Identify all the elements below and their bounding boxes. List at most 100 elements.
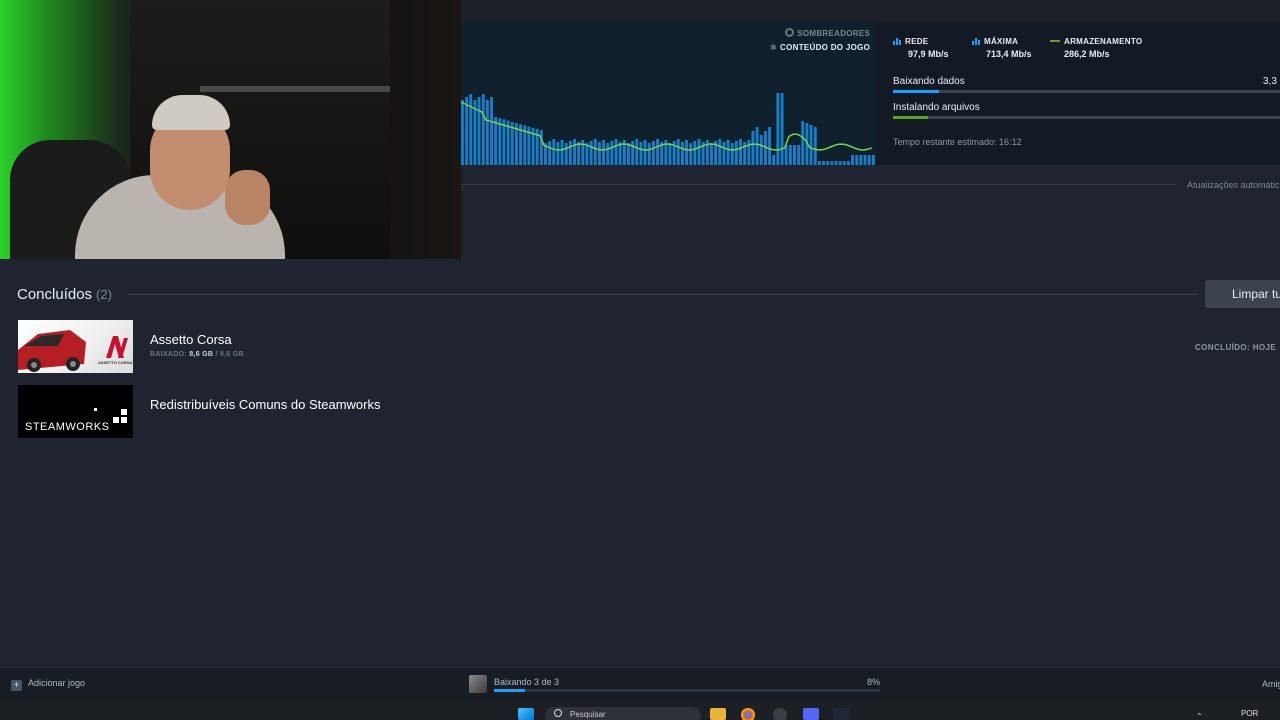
network-bar [681,142,684,165]
network-bar [481,94,485,165]
stat-network-value: 97,9 Mb/s [908,49,949,59]
network-bar [693,141,697,165]
network-bar [734,141,738,165]
download-status[interactable]: Baixando 3 de 3 [494,677,559,687]
windows-start-icon[interactable] [518,708,534,720]
file-explorer-icon[interactable] [710,708,726,720]
downloading-progress-track [893,90,1280,93]
network-bar [813,127,817,165]
network-bar [759,135,763,165]
game-content-label: ✻ CONTEÚDO DO JOGO [770,43,871,52]
content-type-panel: SOMBREADORES ✻ CONTEÚDO DO JOGO [770,28,870,52]
assetto-corsa-title[interactable]: Assetto Corsa [150,332,232,347]
chrome-icon[interactable] [741,708,755,720]
chevron-up-icon[interactable]: ⌃ [1196,712,1203,720]
network-bar [685,140,688,165]
language-indicator[interactable]: POR [1241,709,1258,718]
network-bar [801,121,805,165]
network-bar [751,131,755,165]
network-bar [635,139,639,165]
installing-label: Instalando arquivos [893,102,980,113]
assetto-corsa-thumbnail[interactable]: ASSETTO CORSA [18,320,133,373]
network-bar [651,141,655,165]
line-legend-icon [1050,40,1060,42]
assetto-corsa-status: CONCLUÍDO: HOJE [1195,343,1277,352]
bar-chart-icon [972,38,980,45]
downloading-progress-fill [893,90,940,93]
webcam-person-hand [225,170,270,225]
network-bar [730,143,734,165]
network-bar [822,161,825,165]
clear-all-button[interactable]: Limpar tu [1205,280,1280,308]
app-icon[interactable] [773,708,787,720]
network-bar [689,143,693,165]
download-percent: 8% [867,677,881,687]
network-bar [817,161,821,165]
steamworks-title[interactable]: Redistribuíveis Comuns do Steamworks [150,397,380,412]
network-bar [826,161,830,165]
network-bar [614,139,618,165]
steamworks-squares-icon [94,408,127,423]
plus-icon: + [11,680,22,691]
stat-peak-value: 713,4 Mb/s [986,49,1032,59]
friends-chat-button[interactable]: Amig [1262,679,1280,689]
network-bar [722,142,726,165]
time-remaining: Tempo restante estimado: 16:12 [893,137,1022,147]
download-progress-fill [494,689,525,692]
network-bar [556,142,560,165]
network-bar [830,161,834,165]
network-bar [548,141,552,165]
steam-bottom-bar [0,667,1280,701]
network-bar [564,143,568,165]
network-bar [838,161,842,165]
network-bar [867,155,871,165]
network-bar [627,143,630,165]
download-game-icon[interactable] [469,675,487,693]
stat-peak: MÁXIMA 713,4 Mb/s [972,37,1032,59]
steam-icon[interactable] [834,708,850,720]
network-bar [577,142,581,165]
taskbar-search-input[interactable]: Pesquisar [545,707,701,720]
spinner-icon: ✻ [770,43,778,52]
network-bar [863,155,867,165]
steamworks-thumbnail[interactable]: STEAMWORKS [18,385,133,438]
webcam-shelf [200,86,390,92]
downloading-size: 3,3 [1263,76,1277,87]
network-bar [639,142,643,165]
assetto-corsa-logo-text: ASSETTO CORSA [98,360,133,365]
network-bar [656,139,659,165]
race-car-image [18,330,128,372]
network-bar [598,142,601,165]
network-bar [573,139,576,165]
downloading-label: Baixando dados [893,76,965,87]
network-bar [726,140,730,165]
network-bar [589,141,593,165]
network-bar [768,127,771,165]
network-bar [788,145,792,165]
stat-storage-value: 286,2 Mb/s [1064,49,1110,59]
network-bar [739,139,742,165]
stat-storage: ARMAZENAMENTO 286,2 Mb/s [1050,37,1142,59]
download-progress-track [494,689,880,692]
completed-section-title: Concluídos (2) [17,286,112,303]
discord-icon[interactable] [803,708,819,720]
network-bar [776,93,780,165]
network-bar [842,161,846,165]
auto-updates-link[interactable]: Atualizações automátic [1187,180,1280,190]
network-bar [793,145,796,165]
network-bar [855,155,859,165]
completed-section-line [128,294,1198,295]
network-bar [755,127,759,165]
network-bar [568,141,572,165]
network-bar [631,141,635,165]
network-bar [465,97,469,165]
network-bar [469,94,473,165]
installing-progress-track [893,116,1280,119]
network-bar [485,100,489,165]
installing-progress-fill [893,116,928,119]
network-bar [647,143,651,165]
add-game-button[interactable]: + Adicionar jogo [11,678,85,691]
completed-count: (2) [96,287,112,302]
section-divider [461,184,1176,185]
network-bar [552,139,556,165]
